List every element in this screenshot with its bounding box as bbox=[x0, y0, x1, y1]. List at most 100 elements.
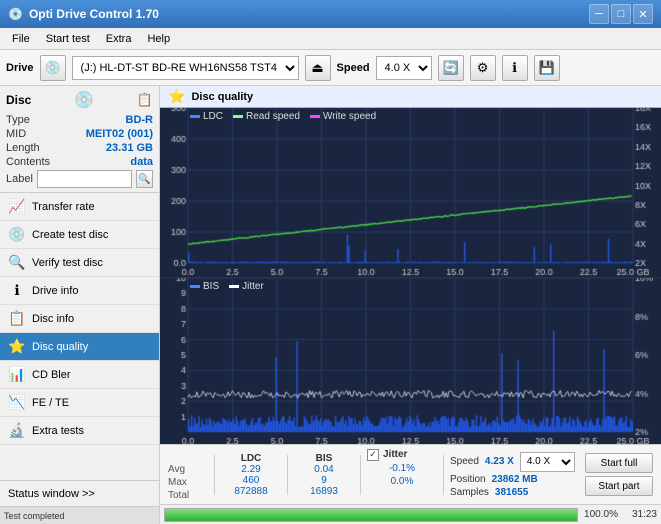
disc-info-icon: 📋 bbox=[8, 310, 26, 327]
write-speed-legend-dot bbox=[310, 115, 320, 118]
stats-divider1 bbox=[214, 455, 215, 495]
disc-quality-header: ⭐ Disc quality bbox=[160, 86, 661, 108]
disc-panel-icon2: 📋 bbox=[137, 92, 153, 108]
toolbar: Drive 💿 (J:) HL-DT-ST BD-RE WH16NS58 TST… bbox=[0, 50, 661, 86]
ldc-legend-label: LDC bbox=[203, 111, 223, 122]
read-speed-legend-label: Read speed bbox=[246, 111, 300, 122]
sidebar-item-cd-bler[interactable]: 📊 CD Bler bbox=[0, 361, 159, 389]
type-val: BD-R bbox=[126, 114, 154, 126]
fe-te-label: FE / TE bbox=[32, 397, 69, 409]
save-button[interactable]: 💾 bbox=[534, 55, 560, 81]
mid-key: MID bbox=[6, 128, 26, 140]
total-bis: 16893 bbox=[310, 486, 338, 497]
create-test-disc-icon: 💿 bbox=[8, 226, 26, 243]
label-key: Label bbox=[6, 173, 33, 185]
sidebar-item-verify-test-disc[interactable]: 🔍 Verify test disc bbox=[0, 249, 159, 277]
menu-starttest[interactable]: Start test bbox=[38, 31, 98, 47]
contents-val: data bbox=[130, 156, 153, 168]
ldc-legend-dot bbox=[190, 115, 200, 118]
bis-legend: BIS bbox=[190, 281, 219, 292]
info-button[interactable]: ℹ bbox=[502, 55, 528, 81]
chart-top-legend: LDC Read speed Write speed bbox=[190, 111, 376, 122]
menu-help[interactable]: Help bbox=[139, 31, 178, 47]
samples-val: 381655 bbox=[495, 487, 528, 498]
main-progress-bar-area: 100.0% 31:23 bbox=[160, 504, 661, 524]
max-label: Max bbox=[168, 477, 208, 488]
avg-jitter: -0.1% bbox=[367, 463, 437, 474]
sidebar: Disc 💿 📋 Type BD-R MID MEIT02 (001) Leng… bbox=[0, 86, 160, 524]
speed-val: 4.23 X bbox=[485, 456, 514, 467]
nav-items: 📈 Transfer rate 💿 Create test disc 🔍 Ver… bbox=[0, 193, 159, 480]
cd-bler-icon: 📊 bbox=[8, 366, 26, 383]
status-window-label: Status window >> bbox=[8, 488, 95, 500]
settings-button[interactable]: ⚙ bbox=[470, 55, 496, 81]
sidebar-item-transfer-rate[interactable]: 📈 Transfer rate bbox=[0, 193, 159, 221]
total-label: Total bbox=[168, 490, 208, 501]
app-title: Opti Drive Control 1.70 bbox=[29, 7, 159, 21]
refresh-button[interactable]: 🔄 bbox=[438, 55, 464, 81]
menubar: File Start test Extra Help bbox=[0, 28, 661, 50]
minimize-button[interactable]: ─ bbox=[589, 4, 609, 24]
stats-divider4 bbox=[443, 455, 444, 495]
start-part-button[interactable]: Start part bbox=[585, 476, 653, 496]
chart-bottom-canvas bbox=[160, 278, 661, 444]
main-layout: Disc 💿 📋 Type BD-R MID MEIT02 (001) Leng… bbox=[0, 86, 661, 524]
chart-bottom: BIS Jitter bbox=[160, 278, 661, 444]
drive-select[interactable]: (J:) HL-DT-ST BD-RE WH16NS58 TST4 bbox=[72, 56, 299, 80]
sidebar-item-fe-te[interactable]: 📉 FE / TE bbox=[0, 389, 159, 417]
chart-top: LDC Read speed Write speed bbox=[160, 108, 661, 278]
jitter-legend: Jitter bbox=[229, 281, 264, 292]
length-key: Length bbox=[6, 142, 40, 154]
extra-tests-label: Extra tests bbox=[32, 425, 84, 437]
read-speed-legend: Read speed bbox=[233, 111, 300, 122]
sidebar-item-extra-tests[interactable]: 🔬 Extra tests bbox=[0, 417, 159, 445]
disc-panel-icon: 💿 bbox=[74, 90, 94, 110]
chart-bottom-legend: BIS Jitter bbox=[190, 281, 264, 292]
eject-button[interactable]: ⏏ bbox=[305, 55, 331, 81]
label-icon-btn[interactable]: 🔍 bbox=[136, 170, 153, 188]
disc-panel: Disc 💿 📋 Type BD-R MID MEIT02 (001) Leng… bbox=[0, 86, 159, 193]
progress-percent: 100.0% bbox=[584, 509, 618, 520]
menu-extra[interactable]: Extra bbox=[98, 31, 140, 47]
cd-bler-label: CD Bler bbox=[32, 369, 71, 381]
progress-bar-area: Test completed bbox=[0, 506, 159, 524]
sidebar-item-create-test-disc[interactable]: 💿 Create test disc bbox=[0, 221, 159, 249]
close-button[interactable]: ✕ bbox=[633, 4, 653, 24]
write-speed-legend: Write speed bbox=[310, 111, 376, 122]
contents-key: Contents bbox=[6, 156, 50, 168]
avg-ldc: 2.29 bbox=[241, 464, 260, 475]
stats-divider2 bbox=[287, 455, 288, 495]
drive-icon-btn[interactable]: 💿 bbox=[40, 55, 66, 81]
maximize-button[interactable]: □ bbox=[611, 4, 631, 24]
titlebar-left: 💿 Opti Drive Control 1.70 bbox=[8, 7, 159, 21]
position-key: Position bbox=[450, 474, 486, 485]
progress-fill bbox=[165, 509, 577, 521]
status-window-button[interactable]: Status window >> bbox=[0, 480, 159, 506]
type-key: Type bbox=[6, 114, 30, 126]
stats-bar: Avg Max Total LDC 2.29 460 872888 BIS 0.… bbox=[160, 444, 661, 504]
sidebar-item-disc-quality[interactable]: ⭐ Disc quality bbox=[0, 333, 159, 361]
transfer-rate-label: Transfer rate bbox=[32, 201, 95, 213]
avg-label: Avg bbox=[168, 464, 208, 475]
verify-test-disc-label: Verify test disc bbox=[32, 257, 103, 269]
speed-select-small[interactable]: 4.0 X bbox=[520, 452, 575, 472]
speed-info-col: Speed 4.23 X 4.0 X Position 23862 MB Sam… bbox=[450, 452, 575, 498]
create-test-disc-label: Create test disc bbox=[32, 229, 108, 241]
drive-label: Drive bbox=[6, 62, 34, 74]
jitter-legend-dot bbox=[229, 285, 239, 288]
speed-select[interactable]: 4.0 X bbox=[376, 56, 432, 80]
speed-key: Speed bbox=[450, 456, 479, 467]
menu-file[interactable]: File bbox=[4, 31, 38, 47]
sidebar-item-drive-info[interactable]: ℹ Drive info bbox=[0, 277, 159, 305]
titlebar-controls: ─ □ ✕ bbox=[589, 4, 653, 24]
disc-quality-title: Disc quality bbox=[191, 91, 253, 103]
jitter-checkbox[interactable]: ✓ bbox=[367, 449, 379, 461]
write-speed-legend-label: Write speed bbox=[323, 111, 376, 122]
charts-container: LDC Read speed Write speed bbox=[160, 108, 661, 444]
start-full-button[interactable]: Start full bbox=[585, 453, 653, 473]
sidebar-item-disc-info[interactable]: 📋 Disc info bbox=[0, 305, 159, 333]
progress-track bbox=[164, 508, 578, 522]
label-input[interactable] bbox=[37, 170, 132, 188]
disc-quality-icon: ⭐ bbox=[8, 338, 26, 355]
status-text: Test completed bbox=[4, 511, 65, 521]
